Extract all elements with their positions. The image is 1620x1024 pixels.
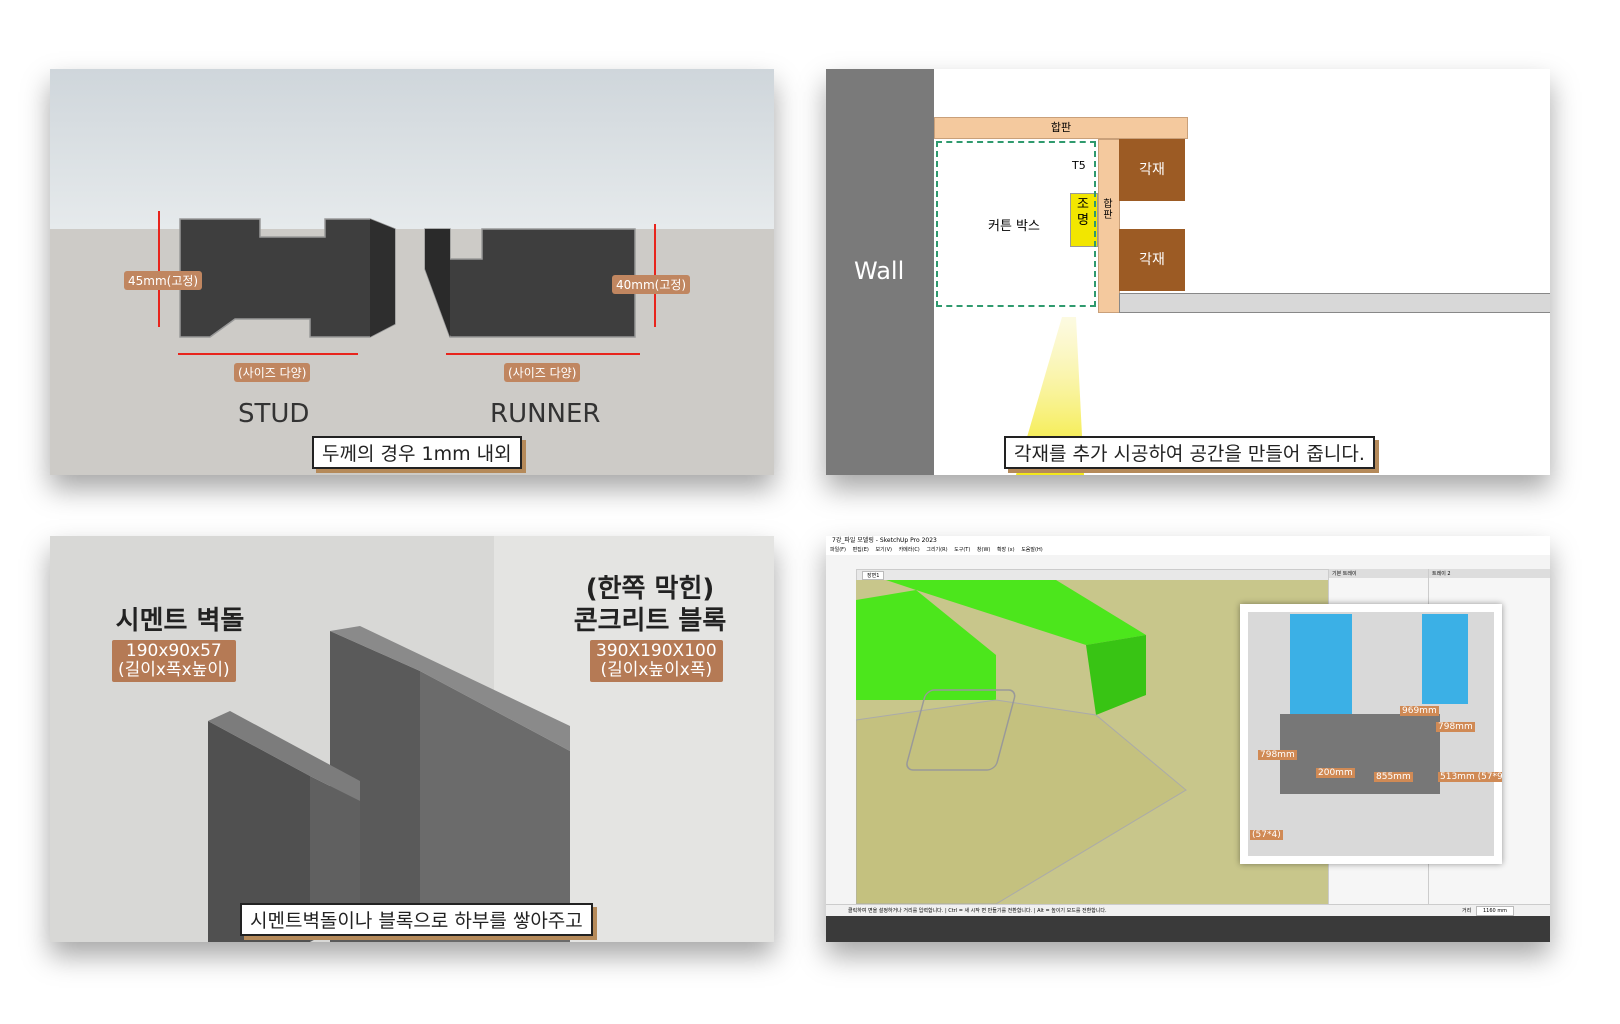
left-height-arrow (158, 211, 160, 327)
floor-slab (856, 699, 1187, 904)
dim-798-left: 798mm (1258, 750, 1297, 760)
dim-left-label: 45mm(고정) (124, 271, 203, 290)
inset-render: 969mm 798mm 798mm 200mm 855mm 513mm (57*… (1240, 604, 1502, 864)
size-left-label: (사이즈 다양) (234, 363, 311, 382)
block-size-tag: 390X190X100 (길이x높이x폭) (590, 640, 723, 682)
toolbar (826, 555, 1550, 570)
block-unit: (길이x높이x폭) (600, 660, 713, 680)
menu-tools[interactable]: 도구(T) (954, 547, 970, 553)
dim-right-label: 40mm(고정) (612, 275, 691, 294)
menu-window[interactable]: 창(W) (977, 547, 990, 553)
brick-size-tag: 190x90x57 (길이x폭x높이) (112, 640, 236, 682)
panel2-caption: 각재를 추가 시공하여 공간을 만들어 줍니다. (1004, 436, 1375, 469)
blue-panel-left (1290, 614, 1352, 714)
dim-969: 969mm (1400, 706, 1439, 716)
blue-panel-right (1422, 614, 1468, 704)
window-title: 7강_파일 모델링 - SketchUp Pro 2023 (832, 537, 937, 544)
tray-1-title: 기본 트레이 (1329, 569, 1429, 578)
dim-855: 855mm (1374, 772, 1413, 782)
distance-input[interactable]: 1160 mm (1476, 906, 1515, 916)
dim-57x4: (57*4) (1250, 830, 1283, 840)
menu-view[interactable]: 보기(V) (875, 547, 892, 553)
stud-runner-panel: 45mm(고정) 40mm(고정) (사이즈 다양) (사이즈 다양) STUD… (50, 69, 774, 475)
menu-bar: 파일(F) 편집(E) 보기(V) 카메라(C) 그리기(R) 도구(T) 창(… (826, 546, 1550, 555)
menu-extensions[interactable]: 확장 (x) (997, 547, 1015, 553)
status-text: 클릭하여 면을 설정하거나 거리를 입력합니다. | Ctrl = 새 시작 면… (848, 908, 1107, 914)
bottom-bar (826, 916, 1550, 942)
runner-side (425, 229, 450, 337)
stud-side (370, 219, 395, 337)
brick-block-panel: 시멘트 벽돌 190x90x57 (길이x폭x높이) (한쪽 막힌) 콘크리트 … (50, 536, 774, 942)
left-width-arrow (178, 353, 358, 355)
curtain-box-panel: Wall 합판 합판 각재 각재 T5 조명 커튼 박스 각재를 추가 시공하여… (826, 69, 1550, 475)
runner-profile (424, 228, 636, 338)
brick-unit: (길이x폭x높이) (118, 660, 230, 680)
block-size: 390X190X100 (596, 641, 717, 661)
block-wall-side (420, 671, 570, 942)
panel1-caption: 두께의 경우 1mm 내외 (312, 436, 522, 469)
left-toolbar (826, 569, 857, 904)
block-title-2: 콘크리트 블록 (573, 606, 727, 636)
menu-edit[interactable]: 편집(E) (853, 547, 869, 553)
dim-798-right: 798mm (1436, 722, 1475, 732)
menu-camera[interactable]: 카메라(C) (899, 547, 920, 553)
stud-label: STUD (238, 399, 310, 429)
tray-2-title: 트레이 2 (1429, 569, 1550, 578)
menu-draw[interactable]: 그리기(R) (926, 547, 947, 553)
size-right-label: (사이즈 다양) (504, 363, 581, 382)
light-beam (1016, 317, 1084, 475)
scene-tab[interactable]: 장면1 (862, 571, 885, 580)
title-bar: 7강_파일 모델링 - SketchUp Pro 2023 (826, 536, 1550, 546)
dim-200: 200mm (1316, 768, 1355, 778)
runner-label: RUNNER (490, 399, 601, 429)
brick-size: 190x90x57 (125, 641, 222, 661)
brick-base (1280, 714, 1440, 794)
green-beam-front (1086, 635, 1146, 715)
menu-file[interactable]: 파일(F) (830, 547, 846, 553)
brick-title: 시멘트 벽돌 (115, 606, 245, 636)
sketchup-window: 7강_파일 모델링 - SketchUp Pro 2023 파일(F) 편집(E… (826, 536, 1550, 942)
menu-help[interactable]: 도움말(H) (1021, 547, 1042, 553)
stud-profile (179, 218, 396, 338)
dim-513: 513mm (57*9) (1438, 772, 1502, 782)
right-width-arrow (446, 353, 640, 355)
panel3-caption: 시멘트벽돌이나 블록으로 하부를 쌓아주고 (240, 903, 593, 936)
